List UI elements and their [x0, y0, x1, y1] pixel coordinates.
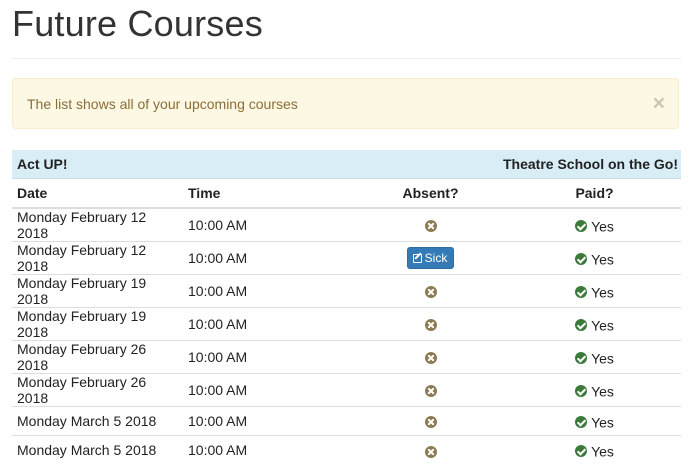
paid-status: Yes [575, 413, 614, 430]
paid-status: Yes [575, 250, 614, 267]
ok-circle-icon [575, 384, 588, 397]
row-paid: Yes [508, 274, 681, 308]
row-absent [353, 274, 508, 308]
row-paid: Yes [508, 373, 681, 407]
row-date: Monday February 19 2018 [12, 307, 183, 341]
ok-circle-icon [575, 445, 588, 458]
table-row: Monday February 19 2018 10:00 AM Yes [12, 307, 681, 341]
paid-status: Yes [575, 316, 614, 333]
courses-table: Act UP! Theatre School on the Go! Date T… [12, 150, 681, 465]
row-time: 10:00 AM [183, 373, 353, 407]
paid-status: Yes [575, 217, 614, 234]
row-absent [353, 373, 508, 407]
course-name: Act UP! [12, 150, 353, 179]
info-alert: The list shows all of your upcoming cour… [12, 78, 679, 129]
row-date: Monday March 5 2018 [12, 435, 183, 465]
row-absent [353, 307, 508, 341]
paid-text: Yes [591, 217, 614, 234]
column-header-absent: Absent? [353, 178, 508, 209]
table-row: Monday February 26 2018 10:00 AM Yes [12, 373, 681, 407]
column-header-paid: Paid? [508, 178, 681, 209]
column-header-time: Time [183, 178, 353, 209]
row-date: Monday February 12 2018 [12, 207, 183, 242]
row-paid: Yes [508, 435, 681, 465]
row-time: 10:00 AM [183, 307, 353, 341]
row-date: Monday February 26 2018 [12, 373, 183, 407]
table-body: Monday February 12 2018 10:00 AM Yes Monday… [12, 207, 681, 465]
remove-circle-icon [424, 385, 437, 398]
course-provider: Theatre School on the Go! [353, 150, 681, 179]
remove-circle-icon [424, 220, 437, 233]
paid-status: Yes [575, 283, 614, 300]
row-absent [353, 435, 508, 465]
table-row: Monday February 19 2018 10:00 AM Yes [12, 274, 681, 308]
ok-circle-icon [575, 351, 588, 364]
row-time: 10:00 AM [183, 207, 353, 242]
ok-circle-icon [575, 285, 588, 298]
table-row: Monday February 12 2018 10:00 AM Sick Yes [12, 241, 681, 275]
row-date: Monday February 26 2018 [12, 340, 183, 374]
remove-circle-icon [424, 445, 437, 458]
remove-circle-icon [424, 416, 437, 429]
course-header-row: Act UP! Theatre School on the Go! [12, 150, 681, 179]
paid-status: Yes [575, 442, 614, 459]
ok-circle-icon [575, 219, 588, 232]
paid-text: Yes [591, 413, 614, 430]
row-paid: Yes [508, 406, 681, 436]
remove-circle-icon [424, 352, 437, 365]
paid-text: Yes [591, 443, 614, 460]
paid-text: Yes [591, 349, 614, 366]
title-divider [12, 58, 681, 59]
table-row: Monday February 12 2018 10:00 AM Yes [12, 207, 681, 242]
column-header-row: Date Time Absent? Paid? [12, 178, 681, 209]
row-time: 10:00 AM [183, 340, 353, 374]
row-absent [353, 340, 508, 374]
page-title: Future Courses [12, 3, 263, 44]
paid-status: Yes [575, 349, 614, 366]
remove-circle-icon [424, 319, 437, 332]
row-paid: Yes [508, 307, 681, 341]
row-absent [353, 406, 508, 436]
row-paid: Yes [508, 207, 681, 242]
table-row: Monday March 5 2018 10:00 AM Yes [12, 406, 681, 436]
row-absent [353, 207, 508, 242]
row-time: 10:00 AM [183, 274, 353, 308]
row-date: Monday February 12 2018 [12, 241, 183, 275]
row-time: 10:00 AM [183, 241, 353, 275]
sick-button-label: Sick [424, 251, 448, 265]
row-date: Monday March 5 2018 [12, 406, 183, 436]
sick-button[interactable]: Sick [406, 247, 455, 269]
remove-circle-icon [424, 286, 437, 299]
table-row: Monday March 5 2018 10:00 AM Yes [12, 435, 681, 465]
paid-text: Yes [591, 283, 614, 300]
row-paid: Yes [508, 241, 681, 275]
paid-text: Yes [591, 316, 614, 333]
paid-status: Yes [575, 382, 614, 399]
ok-circle-icon [575, 415, 588, 428]
row-time: 10:00 AM [183, 435, 353, 465]
alert-message: The list shows all of your upcoming cour… [27, 96, 298, 112]
close-icon[interactable]: × [653, 93, 665, 114]
row-paid: Yes [508, 340, 681, 374]
row-date: Monday February 19 2018 [12, 274, 183, 308]
paid-text: Yes [591, 250, 614, 267]
column-header-date: Date [12, 178, 183, 209]
ok-circle-icon [575, 252, 588, 265]
paid-text: Yes [591, 382, 614, 399]
ok-circle-icon [575, 318, 588, 331]
row-absent: Sick [353, 241, 508, 275]
row-time: 10:00 AM [183, 406, 353, 436]
table-row: Monday February 26 2018 10:00 AM Yes [12, 340, 681, 374]
edit-icon [412, 254, 422, 263]
